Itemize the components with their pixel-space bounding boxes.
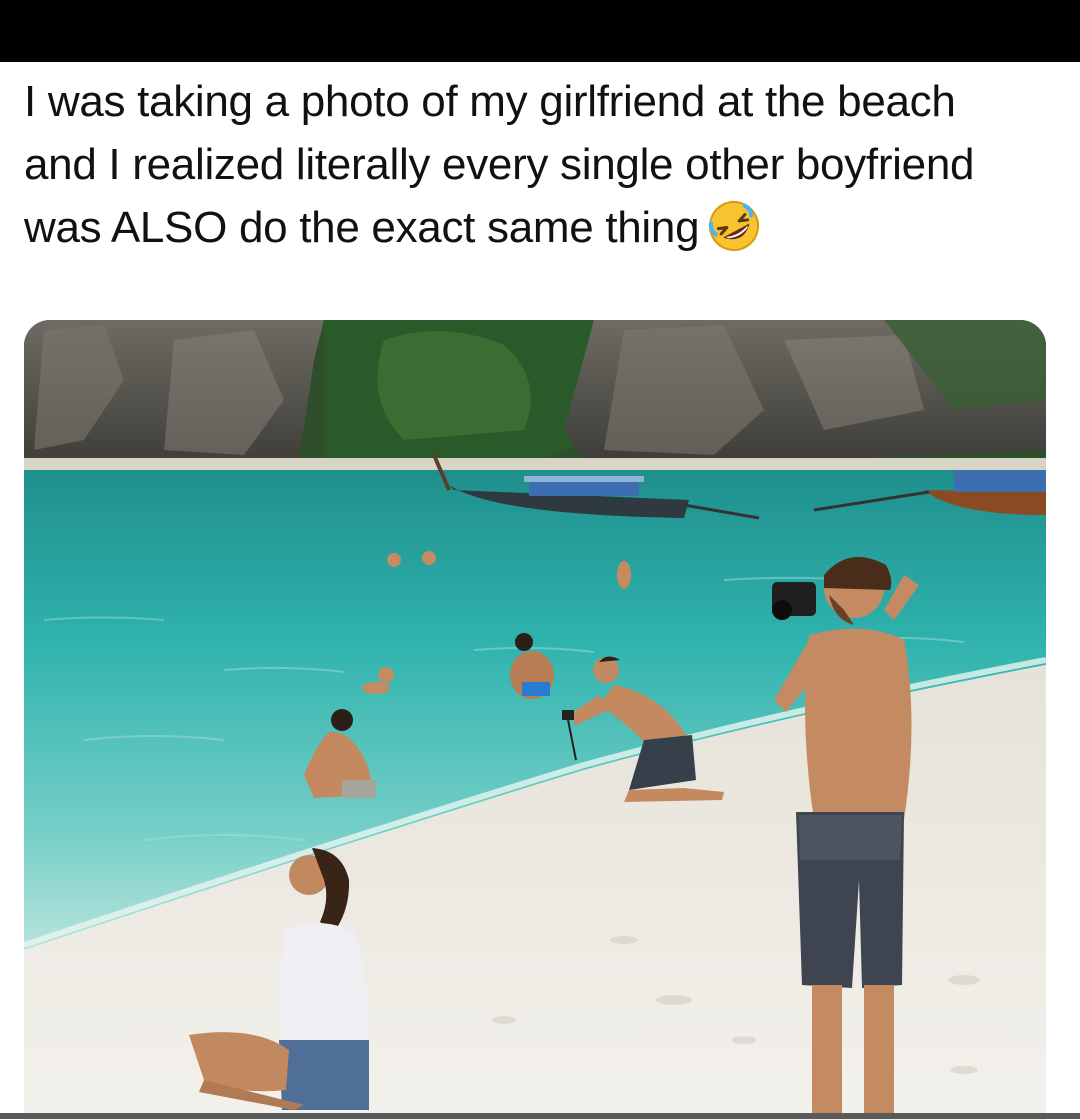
caption-line-3: was ALSO do the exact same thing [24,196,1064,259]
post-caption: I was taking a photo of my girlfriend at… [24,70,1064,259]
top-bar [0,0,1080,62]
rolling-on-floor-laughing-icon [707,199,761,253]
caption-line-2: and I realized literally every single ot… [24,140,975,189]
beach-photo [24,320,1046,1120]
cliffs [24,320,1046,472]
bottom-divider [0,1113,1080,1119]
caption-line-1: I was taking a photo of my girlfriend at… [24,77,956,126]
beach-scene-illustration [24,320,1046,1120]
caption-line-3-text: was ALSO do the exact same thing [24,203,700,252]
